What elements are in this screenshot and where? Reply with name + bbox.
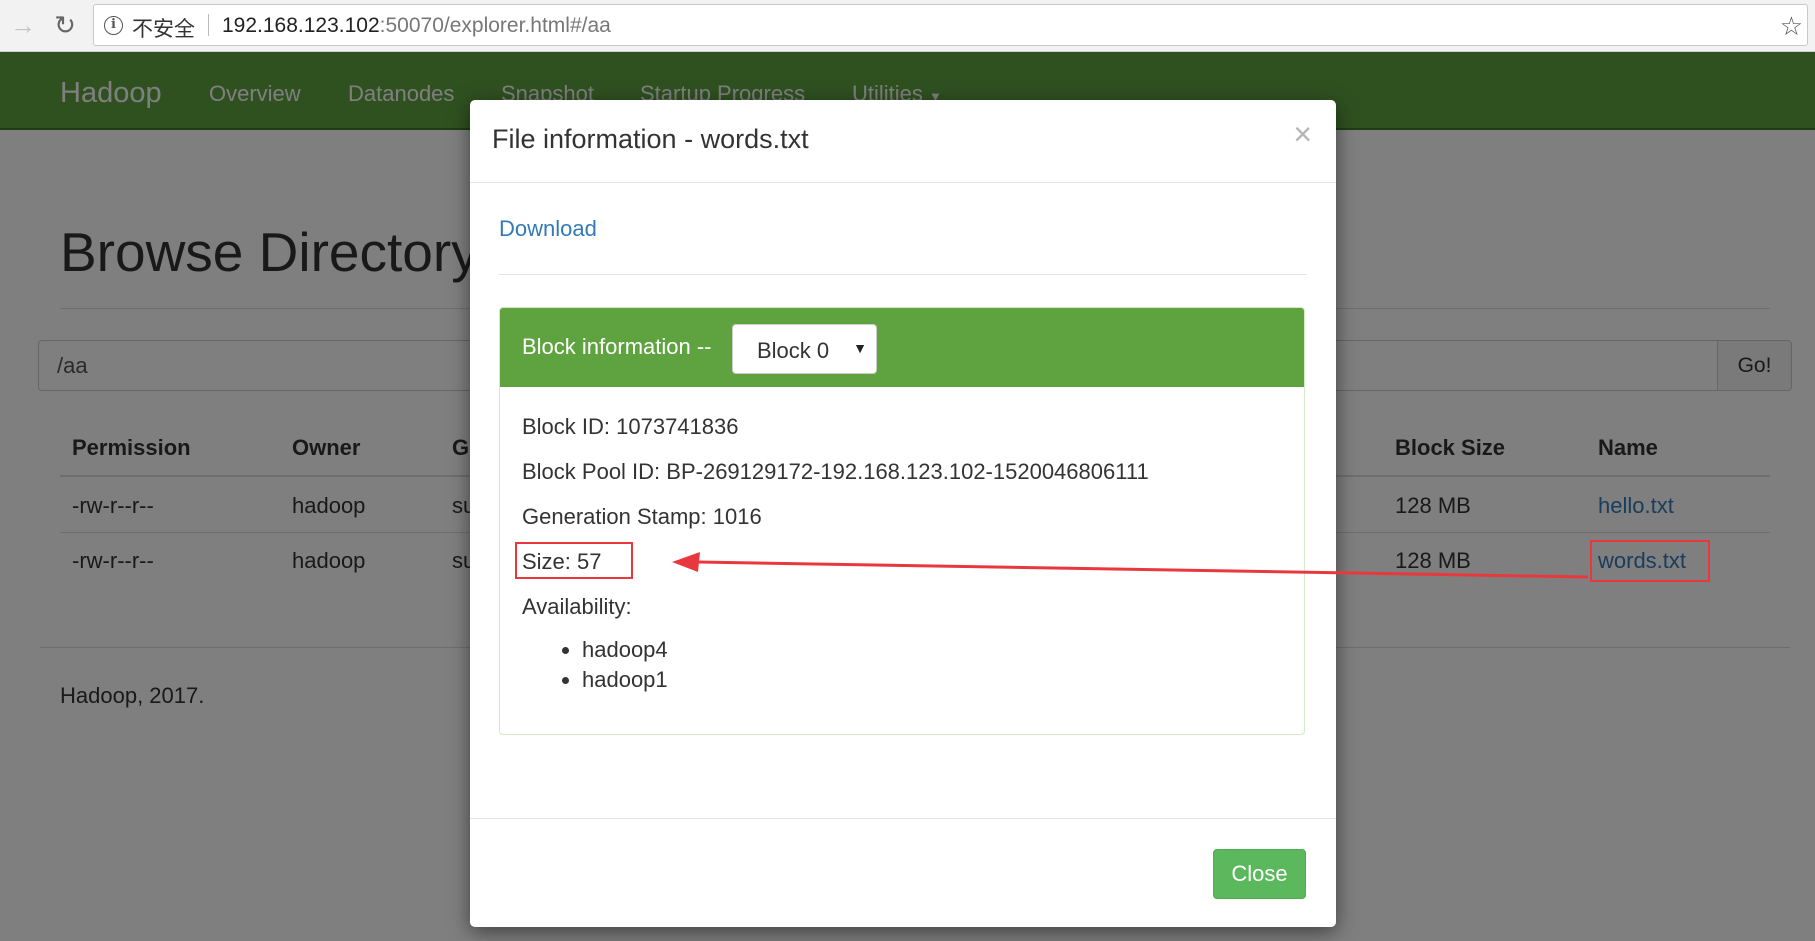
- annotation-arrow: [672, 552, 1589, 579]
- annotation-arrow-line: [697, 560, 1589, 579]
- annotation-arrowhead: [672, 552, 700, 572]
